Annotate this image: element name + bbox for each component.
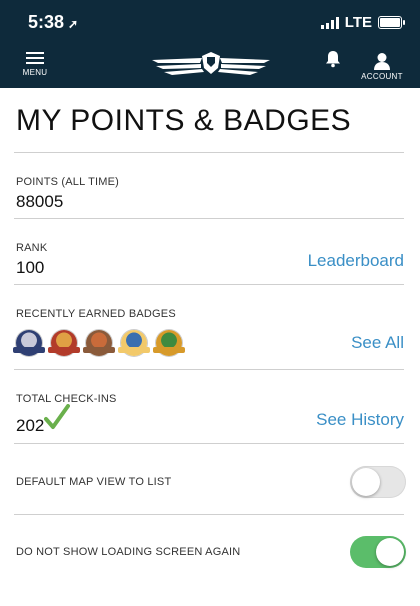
badge-5-icon[interactable]: [153, 330, 185, 356]
menu-button[interactable]: MENU: [22, 52, 48, 77]
badge-1-icon[interactable]: [13, 330, 45, 356]
status-time: 5:38 ➚: [28, 12, 79, 32]
toggle-knob: [352, 468, 380, 496]
map-view-toggle[interactable]: [350, 466, 406, 498]
location-arrow-icon: ➚: [68, 17, 79, 31]
badge-4-icon[interactable]: [118, 330, 150, 356]
divider: [14, 369, 404, 370]
account-button[interactable]: ACCOUNT: [360, 52, 404, 81]
badge-ribbon: [153, 347, 185, 353]
badges-label: RECENTLY EARNED BADGES: [16, 308, 176, 320]
rank-label: RANK: [16, 242, 48, 254]
divider: [14, 284, 404, 285]
see-all-link[interactable]: See All: [351, 333, 404, 353]
notifications-button[interactable]: [322, 50, 344, 70]
bell-icon: [326, 51, 340, 68]
winged-logo-icon[interactable]: [150, 46, 272, 82]
loading-screen-toggle[interactable]: [350, 536, 406, 568]
battery-icon: [378, 16, 405, 29]
account-label: ACCOUNT: [361, 72, 403, 81]
setting-label-map-view: DEFAULT MAP VIEW TO LIST: [16, 476, 172, 488]
user-icon: [374, 53, 390, 70]
setting-label-loading-screen: DO NOT SHOW LOADING SCREEN AGAIN: [16, 546, 241, 558]
points-label: POINTS (ALL TIME): [16, 176, 120, 188]
checkins-value: 202: [16, 416, 45, 435]
signal-icon: [320, 16, 339, 29]
hamburger-icon: [26, 52, 44, 64]
badge-3-icon[interactable]: [83, 330, 115, 356]
status-indicators: LTE: [320, 14, 405, 31]
badge-ribbon: [13, 347, 45, 353]
checkmark-icon: [44, 404, 70, 429]
status-bar: 5:38 ➚ LTE: [0, 0, 420, 42]
page-title: MY POINTS & BADGES: [16, 104, 352, 137]
rank-value: 100: [16, 258, 45, 277]
carrier-label: LTE: [344, 14, 372, 31]
divider: [14, 218, 404, 219]
divider: [14, 443, 404, 444]
divider: [14, 152, 404, 153]
nav-bar: MENU ACCOUNT: [0, 42, 420, 88]
menu-label: MENU: [22, 68, 48, 77]
badge-ribbon: [83, 347, 115, 353]
points-value: 88005: [16, 192, 64, 211]
divider: [14, 514, 404, 515]
toggle-knob: [376, 538, 404, 566]
badge-2-icon[interactable]: [48, 330, 80, 356]
badge-list: [13, 330, 185, 356]
leaderboard-link[interactable]: Leaderboard: [308, 251, 404, 271]
badge-ribbon: [118, 347, 150, 353]
badge-ribbon: [48, 347, 80, 353]
see-history-link[interactable]: See History: [316, 410, 404, 430]
